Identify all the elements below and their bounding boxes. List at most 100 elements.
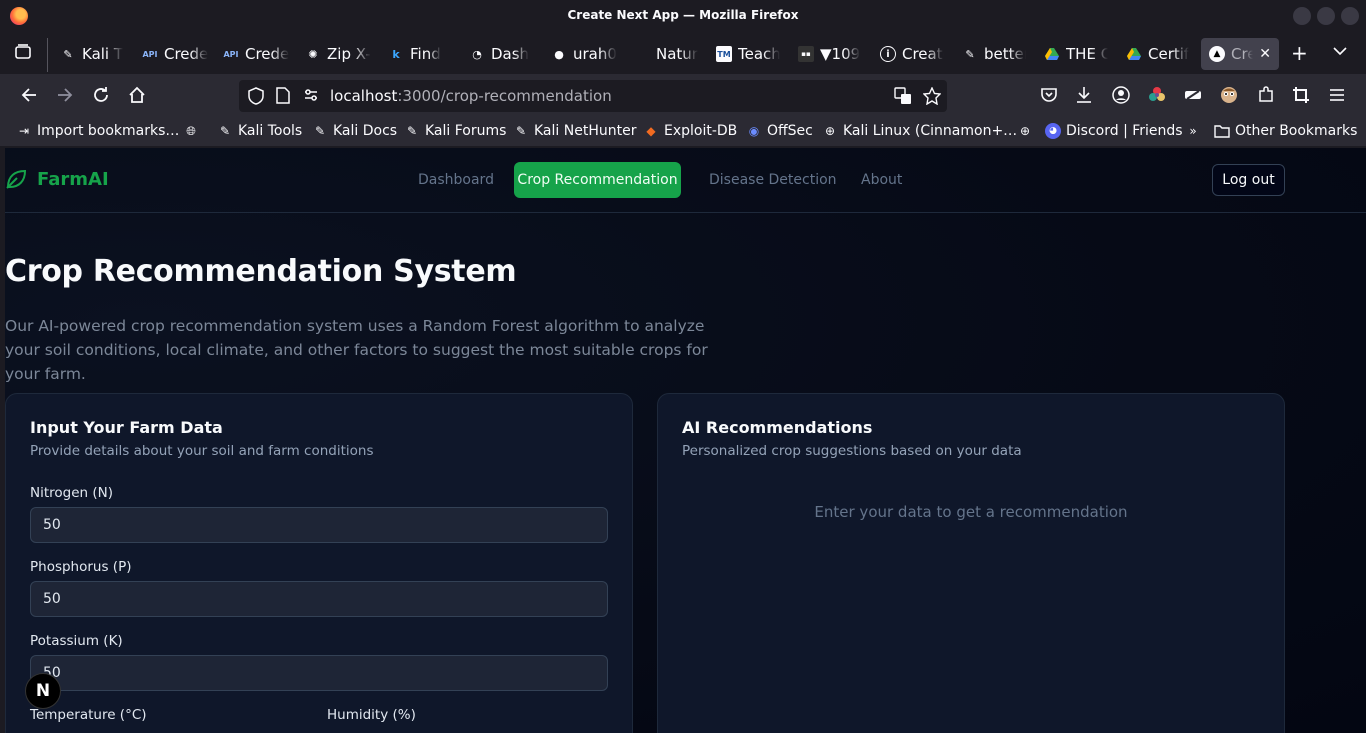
kali-dragon-icon: ✎ (219, 124, 231, 138)
nav-dashboard[interactable]: Dashboard (418, 172, 494, 188)
folder-icon (1214, 123, 1230, 139)
exploit-db-icon: ◆ (646, 124, 656, 138)
tab-7[interactable]: Natur (634, 38, 698, 70)
nav-about[interactable]: About (861, 172, 902, 188)
menu-icon[interactable] (1328, 86, 1346, 109)
bookmark-globe-2[interactable]: ⊕ (1017, 123, 1038, 139)
nitrogen-label: Nitrogen (N) (30, 485, 114, 501)
results-card-title: AI Recommendations (682, 418, 873, 437)
tab-5[interactable]: ◔ Dash (469, 38, 533, 70)
bookmark-kali-nethunter[interactable]: ✎ Kali NetHunter (513, 123, 636, 139)
minimize-button[interactable] (1293, 7, 1311, 25)
url-path: :3000/crop-recommendation (397, 87, 612, 105)
globe-icon: ⊕ (824, 124, 836, 138)
brand-name: FarmAI (37, 168, 109, 190)
page-description: Our AI-powered crop recommendation syste… (5, 317, 708, 383)
tab-3[interactable]: ✺ Zip X- (305, 38, 371, 70)
tab-4[interactable]: k Find (388, 38, 452, 70)
tab-overview-icon[interactable] (14, 43, 34, 63)
input-card-description: Provide details about your soil and farm… (30, 443, 374, 459)
bookmark-kali-tools[interactable]: ✎ Kali Tools (217, 123, 302, 139)
import-icon: ⇥ (18, 124, 30, 138)
logout-button[interactable]: Log out (1212, 164, 1285, 196)
potassium-input[interactable]: 50 (30, 655, 608, 691)
avatar-extension-icon[interactable] (1220, 86, 1238, 109)
bookmark-exploit-db[interactable]: ◆ Exploit-DB (643, 123, 737, 139)
results-card-description: Personalized crop suggestions based on y… (682, 443, 1022, 459)
blank-icon (634, 46, 650, 62)
url-text[interactable]: localhost:3000/crop-recommendation (330, 87, 612, 105)
list-all-tabs-icon[interactable] (1333, 44, 1347, 60)
bookmark-star-icon[interactable] (922, 86, 942, 109)
tab-active[interactable]: ▲ Cre ✕ (1201, 38, 1279, 70)
permissions-icon[interactable] (303, 87, 319, 107)
nitrogen-input[interactable]: 50 (30, 507, 608, 543)
pocket-icon[interactable] (1040, 86, 1058, 109)
tab-6[interactable]: ● urah0 (551, 38, 617, 70)
bookmark-globe[interactable]: 🌐︎ (183, 123, 204, 139)
nextjs-dev-tools-button[interactable]: N (25, 673, 61, 709)
back-icon[interactable] (20, 86, 38, 109)
api-icon: API (223, 49, 239, 59)
translate-icon[interactable] (894, 87, 912, 109)
forward-icon[interactable] (56, 86, 74, 109)
nav-crop-recommendation[interactable]: Crop Recommendation (514, 162, 681, 198)
account-icon[interactable] (1112, 86, 1130, 109)
page-content: FarmAI Dashboard Crop Recommendation Dis… (5, 148, 1366, 733)
bookmark-kali-cinnamon[interactable]: ⊕ Kali Linux (Cinnamon+… (822, 123, 1017, 139)
bookmark-import[interactable]: ⇥ Import bookmarks… (16, 123, 179, 139)
tab-0[interactable]: ✎ Kali T (60, 38, 128, 70)
close-tab-icon[interactable]: ✕ (1259, 46, 1271, 62)
kali-dragon-icon: ✎ (965, 47, 975, 61)
openai-icon: ✺ (308, 47, 318, 61)
results-card: AI Recommendations Personalized crop sug… (657, 393, 1285, 733)
bookmarks-overflow-button[interactable]: » (1185, 123, 1206, 139)
bookmarks-toolbar: ⇥ Import bookmarks… 🌐︎ ✎ Kali Tools ✎ Kali … (0, 118, 1366, 146)
extension-icon[interactable] (1184, 86, 1202, 109)
bookmark-kali-forums[interactable]: ✎ Kali Forums (404, 123, 506, 139)
close-window-button[interactable] (1341, 7, 1359, 25)
browser-window: Create Next App — Mozilla Firefox ✎ Kali … (0, 0, 1366, 733)
drive-icon (1126, 46, 1142, 62)
leaf-icon (6, 169, 27, 189)
tab-1[interactable]: API Crede (142, 38, 210, 70)
screenshot-icon[interactable] (1292, 86, 1310, 109)
bookmark-discord[interactable]: ◕ Discord | Friends (1045, 123, 1183, 139)
info-icon: i (880, 46, 896, 62)
home-icon[interactable] (128, 86, 146, 109)
discord-icon: ◕ (1045, 123, 1061, 139)
bookmark-offsec[interactable]: ◉ OffSec (746, 123, 813, 139)
reload-icon[interactable] (92, 86, 110, 109)
tab-10[interactable]: iCreate (880, 38, 944, 70)
navigation-toolbar: localhost:3000/crop-recommendation (0, 74, 1366, 118)
tab-8[interactable]: TM Teach (716, 38, 780, 70)
kali-dragon-icon: ✎ (515, 124, 527, 138)
offsec-icon: ◉ (748, 124, 760, 138)
drive-icon (1044, 46, 1060, 62)
color-extension-icon[interactable] (1148, 86, 1166, 109)
new-tab-button[interactable]: + (1291, 41, 1308, 65)
nav-disease-detection[interactable]: Disease Detection (709, 172, 837, 188)
bookmark-other[interactable]: Other Bookmarks (1214, 123, 1357, 139)
brand-logo[interactable]: FarmAI (5, 168, 109, 190)
tab-12[interactable]: THE C (1044, 38, 1108, 70)
maximize-button[interactable] (1317, 7, 1335, 25)
app-navbar: FarmAI Dashboard Crop Recommendation Dis… (5, 148, 1366, 213)
phosphorus-input[interactable]: 50 (30, 581, 608, 617)
tab-2[interactable]: API Crede (223, 38, 291, 70)
extensions-puzzle-icon[interactable] (1257, 86, 1275, 109)
input-card: Input Your Farm Data Provide details abo… (5, 393, 633, 733)
humidity-label: Humidity (%) (327, 707, 416, 723)
title-bar: Create Next App — Mozilla Firefox (0, 0, 1366, 32)
downloads-icon[interactable] (1075, 86, 1093, 109)
temperature-label: Temperature (°C) (30, 707, 147, 723)
shield-icon[interactable] (248, 87, 264, 109)
page-icon[interactable] (276, 87, 290, 108)
tab-13[interactable]: Certif (1126, 38, 1190, 70)
url-bar[interactable]: localhost:3000/crop-recommendation (239, 80, 947, 112)
window-title: Create Next App — Mozilla Firefox (567, 8, 799, 22)
tab-9[interactable]: ▪▪ ▼109 (798, 38, 862, 70)
tab-11[interactable]: ✎ better (962, 38, 1026, 70)
bookmark-kali-docs[interactable]: ✎ Kali Docs (312, 123, 397, 139)
k-icon: k (392, 47, 400, 61)
